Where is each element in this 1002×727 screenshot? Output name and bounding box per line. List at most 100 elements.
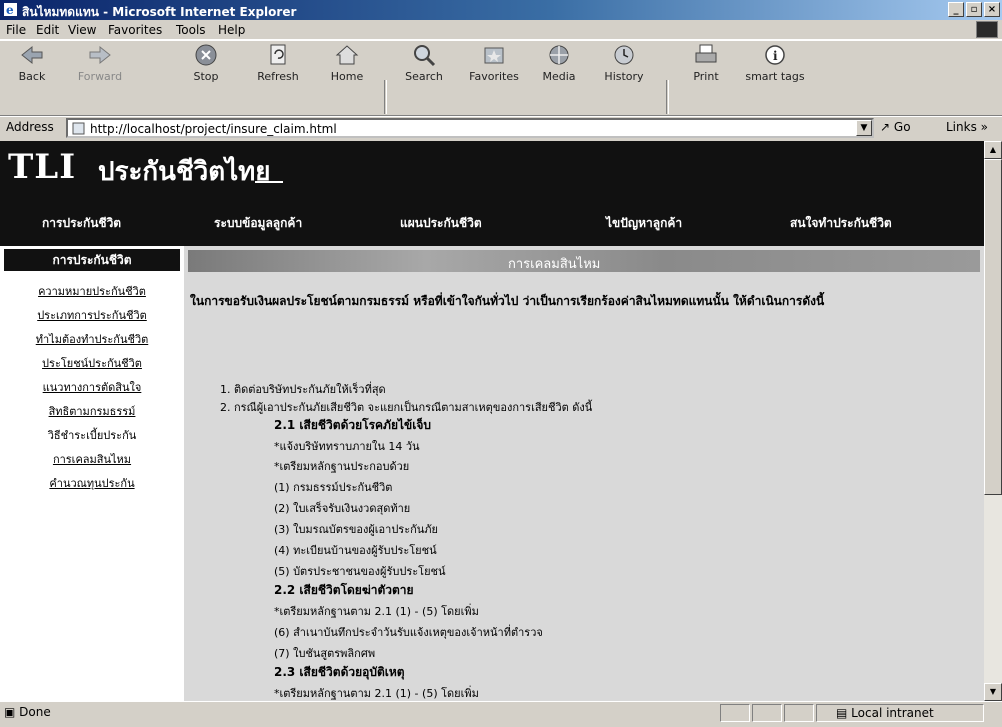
sidebar-item-claim[interactable]: การเคลมสินไหม	[0, 450, 184, 468]
sidebar-item-benefits[interactable]: ประโยชน์ประกันชีวิต	[0, 354, 184, 372]
home-button[interactable]: Home	[324, 40, 370, 112]
address-dropdown-button[interactable]: ▼	[856, 120, 872, 136]
scroll-up-button[interactable]: ▲	[984, 141, 1002, 159]
sidebar-item-why[interactable]: ทำไมต้องทำประกันชีวิต	[0, 330, 184, 348]
svg-text:e: e	[6, 3, 14, 17]
go-button[interactable]: ↗ Go	[880, 120, 911, 134]
address-url: http://localhost/project/insure_claim.ht…	[90, 122, 337, 136]
page-title: การเคลมสินไหม	[508, 257, 601, 272]
nav-faq[interactable]: ไขปัญหาลูกค้า	[606, 214, 682, 233]
menu-view[interactable]: View	[68, 23, 96, 37]
top-nav: การประกันชีวิต ระบบข้อมูลลูกค้า แผนประกั…	[0, 201, 984, 241]
refresh-button[interactable]: Refresh	[252, 40, 304, 112]
info-icon: i	[765, 45, 785, 65]
home-icon	[335, 45, 359, 65]
smart-tags-button[interactable]: i smart tags	[744, 40, 806, 112]
status-text: ▣ Done	[4, 705, 51, 719]
claim-document: (6) สำเนาบันทึกประจำวันรับแจ้งเหตุของเจ้…	[274, 626, 543, 639]
stop-button[interactable]: Stop	[184, 40, 228, 112]
close-button[interactable]: ×	[984, 2, 1000, 17]
search-icon	[414, 45, 436, 67]
sidebar-item-payment[interactable]: วิธีชำระเบี้ยประกัน	[0, 426, 184, 444]
history-button[interactable]: History	[598, 40, 650, 112]
favorites-button[interactable]: Favorites	[462, 40, 526, 112]
nav-apply[interactable]: สนใจทำประกันชีวิต	[790, 214, 892, 233]
page-icon	[72, 122, 85, 135]
claim-subheading: 2.3 เสียชีวิตด้วยอุบัติเหตุ	[274, 665, 405, 679]
nav-customer-info[interactable]: ระบบข้อมูลลูกค้า	[214, 214, 302, 233]
claim-step: 1. ติดต่อบริษัทประกันภัยให้เร็วที่สุด	[220, 383, 386, 396]
history-label: History	[604, 70, 644, 83]
menu-help[interactable]: Help	[218, 23, 245, 37]
status-zone: ▤ Local intranet	[836, 706, 934, 720]
main-content: การเคลมสินไหม ในการขอรับเงินผลประโยชน์ตา…	[184, 246, 984, 701]
claim-document: (7) ใบชันสูตรพลิกศพ	[274, 647, 376, 660]
nav-plans[interactable]: แผนประกันชีวิต	[400, 214, 482, 233]
print-button[interactable]: Print	[684, 40, 728, 112]
claim-document: (4) ทะเบียนบ้านของผู้รับประโยชน์	[274, 544, 437, 557]
logo-underline	[255, 181, 283, 183]
go-arrow-icon: ↗	[880, 120, 891, 134]
home-label: Home	[330, 70, 364, 83]
search-label: Search	[405, 70, 443, 83]
intranet-icon: ▤	[836, 706, 848, 720]
forward-arrow-icon	[89, 45, 111, 65]
refresh-label: Refresh	[257, 70, 299, 83]
maximize-button[interactable]: ▫	[966, 2, 982, 17]
claim-subheading: 2.1 เสียชีวิตด้วยโรคภัยไข้เจ็บ	[274, 418, 431, 432]
forward-label: Forward	[77, 70, 123, 83]
page-banner: การเคลมสินไหม	[188, 250, 980, 272]
media-button[interactable]: Media	[536, 40, 582, 112]
sidebar-item-types[interactable]: ประเภทการประกันชีวิต	[0, 306, 184, 324]
claim-subheading: 2.2 เสียชีวิตโดยฆ่าตัวตาย	[274, 583, 414, 597]
toolbar-separator	[666, 80, 669, 114]
claim-document: (1) กรมธรรม์ประกันชีวิต	[274, 481, 393, 494]
search-button[interactable]: Search	[398, 40, 450, 112]
claim-step: 2. กรณีผู้เอาประกันภัยเสียชีวิต จะแยกเป็…	[220, 401, 593, 414]
intro-paragraph: ในการขอรับเงินผลประโยชน์ตามกรมธรรม์ หรือ…	[190, 294, 825, 308]
media-icon	[549, 45, 569, 65]
forward-button[interactable]: Forward	[70, 40, 130, 112]
address-input[interactable]: http://localhost/project/insure_claim.ht…	[66, 118, 874, 138]
favorites-icon	[484, 47, 504, 64]
svg-text:i: i	[773, 49, 778, 63]
menu-bar: File Edit View Favorites Tools Help	[0, 20, 1002, 40]
menu-file[interactable]: File	[6, 23, 26, 37]
menu-tools[interactable]: Tools	[176, 23, 206, 37]
status-pane	[752, 704, 782, 722]
nav-insurance[interactable]: การประกันชีวิต	[42, 214, 121, 233]
menu-favorites[interactable]: Favorites	[108, 23, 162, 37]
print-label: Print	[693, 70, 719, 83]
status-done: Done	[19, 705, 51, 719]
sidebar: การประกันชีวิต ความหมายประกันชีวิต ประเภ…	[0, 246, 184, 701]
stop-icon	[195, 44, 217, 66]
sidebar-item-rights[interactable]: สิทธิตามกรมธรรม์	[0, 402, 184, 420]
claim-detail: *เตรียมหลักฐานตาม 2.1 (1) - (5) โดยเพิ่ม	[274, 687, 479, 700]
refresh-icon	[270, 44, 286, 65]
site-logo-en: TLI	[8, 147, 77, 187]
back-button[interactable]: Back	[8, 40, 56, 112]
sidebar-item-calculate[interactable]: คำนวณทุนประกัน	[0, 474, 184, 492]
back-label: Back	[18, 70, 46, 83]
sidebar-item-decision[interactable]: แนวทางการตัดสินใจ	[0, 378, 184, 396]
ie-logo-icon: e	[4, 3, 17, 17]
minimize-button[interactable]: _	[948, 2, 964, 17]
claim-detail: *เตรียมหลักฐานประกอบด้วย	[274, 460, 410, 473]
scroll-down-button[interactable]: ▼	[984, 683, 1002, 701]
claim-document: (3) ใบมรณบัตรของผู้เอาประกันภัย	[274, 523, 438, 536]
page-done-icon: ▣	[4, 705, 16, 719]
links-label: Links	[946, 120, 977, 134]
site-logo-th: ประกันชีวิตไทย	[98, 157, 271, 187]
go-label: Go	[893, 120, 911, 134]
sidebar-item-meaning[interactable]: ความหมายประกันชีวิต	[0, 282, 184, 300]
scroll-thumb[interactable]	[984, 159, 1002, 495]
sidebar-heading: การประกันชีวิต	[4, 249, 180, 271]
chevron-right-icon: »	[980, 120, 988, 134]
vertical-scrollbar[interactable]: ▲ ▼	[984, 141, 1002, 701]
smart-tags-label: smart tags	[745, 70, 805, 83]
links-button[interactable]: Links »	[946, 120, 988, 134]
media-label: Media	[542, 70, 576, 83]
claim-document: (5) บัตรประชาชนของผู้รับประโยชน์	[274, 565, 446, 578]
title-bar: e สินไหมทดแทน - Microsoft Internet Explo…	[0, 0, 1002, 20]
menu-edit[interactable]: Edit	[36, 23, 59, 37]
